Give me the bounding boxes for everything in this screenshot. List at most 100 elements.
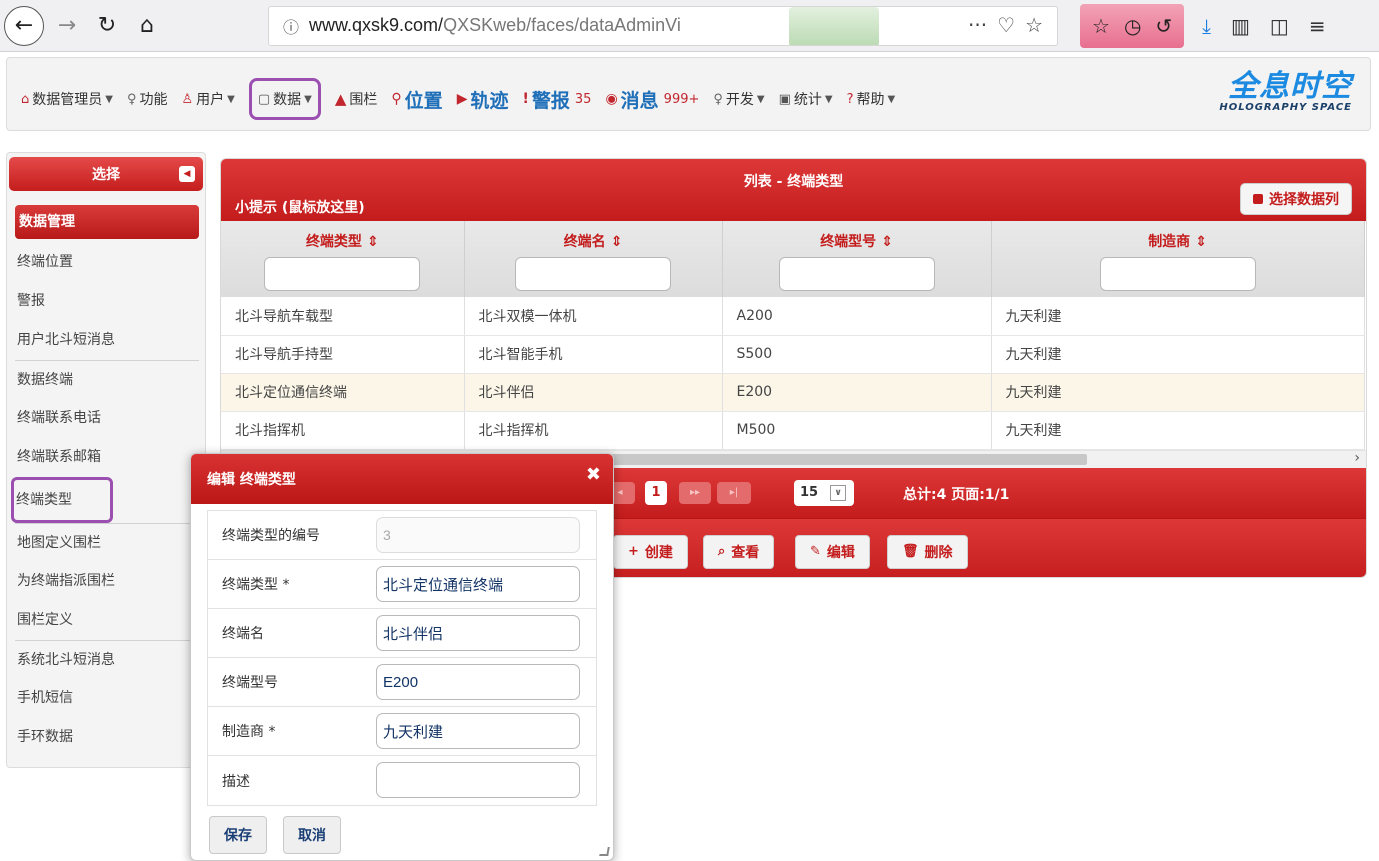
warning-icon: ▲ [334,90,347,108]
cancel-button[interactable]: 取消 [283,816,341,854]
resize-handle-icon[interactable] [599,847,610,856]
manufacturer-field[interactable]: 九天利建 [376,713,580,749]
last-page-icon[interactable]: ▸| [717,481,751,504]
filter-input-terminal-model[interactable] [778,257,935,291]
home-icon[interactable]: ⌂ [130,9,164,43]
sidebar-item-mobile-sms[interactable]: 手机短信 [15,679,199,718]
pencil-icon: ✎ [810,544,821,559]
message-count-badge: 999+ [663,91,700,107]
menu-position[interactable]: ⚲ 位置 [391,86,442,113]
table-cell: 九天利建 [991,335,1365,374]
sidebar-item-terminal-phone[interactable]: 终端联系电话 [15,399,199,438]
menu-statistics[interactable]: ▣ 统计 ▼ [779,89,833,109]
sidebar-item-map-fence[interactable]: 地图定义围栏 [15,523,199,562]
menu-fence[interactable]: ▲ 围栏 [335,89,378,109]
sidebar-item-system-beidou-sms[interactable]: 系统北斗短消息 [15,640,199,679]
view-button[interactable]: ⌕ 查看 [703,534,775,569]
description-field[interactable] [376,762,580,798]
terminal-name-field[interactable]: 北斗伴侣 [376,615,580,651]
download-icon[interactable]: ⤓ [1202,14,1211,38]
menu-data-admin[interactable]: ⌂ 数据管理员 ▼ [21,89,113,109]
terminal-model-field[interactable]: E200 [376,664,580,700]
table-cell: A200 [722,297,992,336]
library-icon[interactable]: ▥ [1231,14,1250,38]
browser-toolbar: ← → ↻ ⌂ ⓘ www.qxsk9.com/QXSKweb/faces/da… [0,0,1379,52]
filter-input-terminal-type[interactable] [264,257,421,291]
table-row[interactable]: 北斗导航手持型 北斗智能手机 S500 九天利建 [221,335,1365,374]
image-icon: ▣ [778,91,791,107]
caret-down-icon: ▼ [304,93,312,105]
site-info-icon[interactable]: ⓘ [283,14,299,38]
hint-text[interactable]: 小提示 (鼠标放这里) [235,197,365,217]
history-icon[interactable]: ↺ [1155,14,1172,38]
sidebar-item-terminal-location[interactable]: 终端位置 [15,243,199,282]
delete-button[interactable]: 🗑 删除 [887,534,968,569]
table-cell: 北斗伴侣 [464,373,723,412]
table-row-selected[interactable]: 北斗定位通信终端 北斗伴侣 E200 九天利建 [221,373,1365,412]
url-bar[interactable]: ⓘ www.qxsk9.com/QXSKweb/faces/dataAdminV… [268,5,1058,46]
sidebar: 选择 ◀ 数据管理 终端位置 警报 用户北斗短消息 数据终端 终端联系电话 终端… [6,152,206,768]
reload-icon[interactable]: ↻ [90,9,124,43]
column-header-manufacturer[interactable]: 制造商 ⇕ [991,221,1365,297]
sidebar-item-terminal-email[interactable]: 终端联系邮箱 [15,438,199,477]
extension-star-icon[interactable]: ☆ [1092,14,1110,38]
bookmark-star-icon[interactable]: ☆ [1025,13,1043,37]
pocket-icon[interactable]: ♡ [997,13,1015,37]
table-row[interactable]: 北斗指挥机 北斗指挥机 M500 九天利建 [221,411,1365,450]
edit-button[interactable]: ✎ 编辑 [795,534,870,569]
menu-help[interactable]: ? 帮助 ▼ [847,89,896,109]
type-id-field: 3 [376,517,580,553]
file-icon: ▢ [257,91,271,107]
menu-alarm[interactable]: ! 警报 35 [522,86,591,113]
menu-track[interactable]: ▶ 轨迹 [457,86,509,113]
exclamation-icon: ! [522,91,529,107]
form-row-description: 描述 [208,756,596,805]
table-cell: E200 [722,373,992,412]
collapse-arrow-icon[interactable]: ◀ [179,166,195,182]
sidebar-item-alarms[interactable]: 警报 [15,282,199,321]
sidebar-item-data-management[interactable]: 数据管理 [15,205,199,239]
sidebar-item-fence-definition[interactable]: 围栏定义 [15,601,199,640]
clock-icon[interactable]: ◷ [1124,14,1141,38]
column-header-terminal-model[interactable]: 终端型号 ⇕ [722,221,992,297]
hamburger-menu-icon[interactable]: ≡ [1309,14,1326,38]
menu-users[interactable]: ♙ 用户 ▼ [182,89,235,109]
page-size-select[interactable]: 15 ∨ [794,479,854,506]
scroll-right-icon[interactable]: › [1354,450,1360,466]
save-button[interactable]: 保存 [209,816,267,854]
table-row[interactable]: 北斗导航车载型 北斗双模一体机 A200 九天利建 [221,297,1365,336]
forward-arrow-icon[interactable]: → [50,9,84,43]
filter-input-manufacturer[interactable] [1099,257,1256,291]
next-page-icon[interactable]: ▸▸ [679,481,711,504]
page-actions-icon[interactable]: ··· [968,13,987,37]
close-icon[interactable]: ✖ [586,464,601,485]
question-icon: ? [846,91,854,107]
list-title: 列表 - 终端类型 [743,174,844,190]
dialog-header[interactable]: 编辑 终端类型 ✖ [191,454,613,504]
back-arrow-icon[interactable]: ← [4,5,44,46]
terminal-type-field[interactable]: 北斗定位通信终端 [376,566,580,602]
menu-messages[interactable]: ◉ 消息 999+ [605,86,699,113]
sidebar-item-wristband-data[interactable]: 手环数据 [15,718,199,757]
current-page-button[interactable]: 1 [645,480,667,505]
select-columns-button[interactable]: 选择数据列 [1240,183,1352,215]
sidebar-item-terminal-type[interactable]: 终端类型 [11,477,113,523]
menu-functions[interactable]: ♀ 功能 [127,89,168,109]
menu-develop[interactable]: ♀ 开发 ▼ [713,89,764,109]
sidebar-item-data-terminal[interactable]: 数据终端 [15,360,199,399]
sidebar-item-user-beidou-sms[interactable]: 用户北斗短消息 [15,321,199,360]
sidebar-toggle-icon[interactable]: ◫ [1270,14,1289,38]
column-header-terminal-type[interactable]: 终端类型 ⇕ [221,221,465,297]
menu-data[interactable]: ▢ 数据 ▼ [248,78,321,120]
caret-down-icon: ▼ [227,93,235,105]
field-label: 终端类型的编号 [222,528,320,544]
data-table: 终端类型 ⇕ 终端名 ⇕ 终端型号 ⇕ 制造商 ⇕ 北斗导航车载型 北斗双模一体… [221,221,1365,450]
caret-down-icon: ▼ [756,93,765,105]
table-cell: 九天利建 [991,373,1365,412]
create-button[interactable]: + 创建 [613,534,688,569]
columns-icon [1253,194,1263,204]
filter-input-terminal-name[interactable] [515,257,671,291]
column-header-terminal-name[interactable]: 终端名 ⇕ [464,221,723,297]
field-label: 终端名 [222,626,264,642]
sidebar-item-assign-fence[interactable]: 为终端指派围栏 [15,562,199,601]
